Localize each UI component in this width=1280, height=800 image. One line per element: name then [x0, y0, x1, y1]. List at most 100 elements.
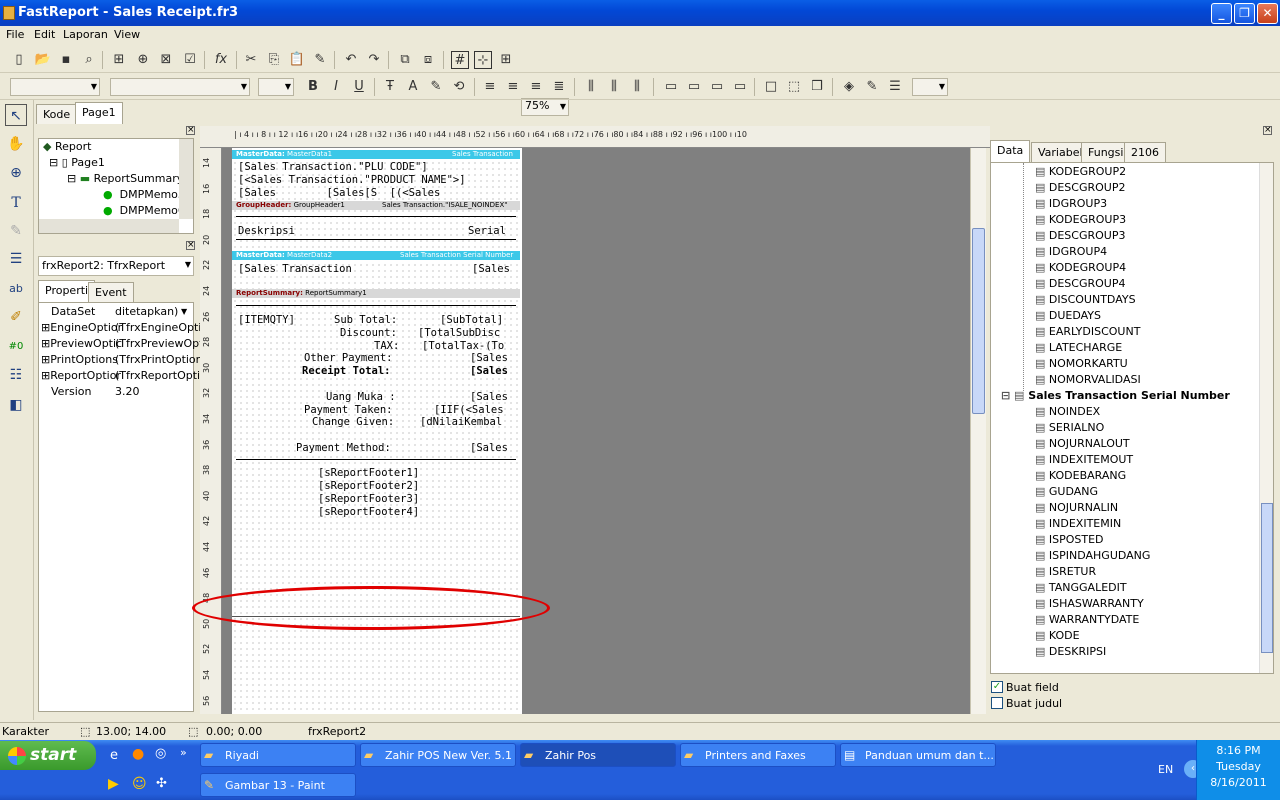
deskripsi-label[interactable]: Deskripsi [238, 225, 295, 237]
justify-icon[interactable]: ≣ [550, 78, 568, 96]
data-field-item[interactable]: ▤ DESCGROUP2 [1035, 181, 1125, 194]
open-icon[interactable]: 📂 [34, 51, 52, 69]
tax-label[interactable]: TAX: [374, 340, 399, 352]
tax-value[interactable]: [TotalTax-(To [422, 340, 504, 352]
band-masterdata2[interactable]: MasterData: MasterData2 Sales Transaction… [232, 251, 520, 260]
tool-icon[interactable]: ✣ [156, 776, 167, 791]
tab-page1[interactable]: Page1 [75, 102, 123, 124]
italic-icon[interactable]: I [327, 78, 345, 96]
undo-icon[interactable]: ↶ [342, 51, 360, 69]
font-style-icon[interactable]: Ŧ [381, 78, 399, 96]
footer4-field[interactable]: [sReportFooter4] [318, 506, 419, 518]
data-field-item[interactable]: ▤ DESKRIPSI [1035, 645, 1106, 658]
uang-muka-label[interactable]: Uang Muka : [326, 391, 396, 403]
band-reportsummary1[interactable]: ReportSummary: ReportSummary1 [232, 289, 520, 298]
language-indicator[interactable]: EN [1158, 763, 1173, 776]
page-settings-icon[interactable]: ☑ [181, 51, 199, 69]
frame-all-icon[interactable]: □ [762, 78, 780, 96]
tree-vscrollbar[interactable] [179, 139, 193, 219]
style-select[interactable]: ▼ [10, 78, 100, 96]
rotate-icon[interactable]: ⟲ [450, 78, 468, 96]
ungroup-icon[interactable]: ⧈ [419, 51, 437, 69]
product-name-field[interactable]: [<Sales Transaction."PRODUCT NAME">] [238, 174, 466, 186]
discount-label[interactable]: Discount: [340, 327, 397, 339]
tree-page1[interactable]: ⊟ ▯ Page1 [49, 156, 105, 169]
menu-view[interactable]: View [114, 28, 140, 41]
other-payment-label[interactable]: Other Payment: [304, 352, 393, 364]
data-field-item[interactable]: ▤ WARRANTYDATE [1035, 613, 1139, 626]
prop-value[interactable]: ditetapkan) [115, 305, 178, 318]
data-field-item[interactable]: ▤ KODEGROUP3 [1035, 213, 1126, 226]
bold-icon[interactable]: B [304, 78, 322, 96]
data-field-item[interactable]: ▤ NOJURNALIN [1035, 501, 1118, 514]
prop-value[interactable]: (TfrxPreviewOpt [115, 337, 203, 350]
object-selector[interactable]: frxReport2: TfrxReport ▼ [38, 256, 194, 276]
save-icon[interactable]: ▪ [57, 51, 75, 69]
font-color-icon[interactable]: A [404, 78, 422, 96]
task-zahir-pos-new[interactable]: Zahir POS New Ver. 5.1 [360, 743, 516, 767]
firefox-icon[interactable]: ● [132, 746, 144, 762]
quicklaunch-icon[interactable]: ◎ [155, 746, 166, 761]
frame-color-icon[interactable]: ✎ [863, 78, 881, 96]
minimize-button[interactable]: _ [1211, 3, 1232, 24]
canvas-vscrollbar[interactable] [970, 148, 986, 714]
align-right-icon[interactable]: ≡ [527, 78, 545, 96]
tab-data[interactable]: Data [990, 140, 1031, 162]
frame-right-icon[interactable]: ▭ [731, 78, 749, 96]
plu-code-field[interactable]: [Sales Transaction."PLU CODE"] [238, 161, 428, 173]
tab-event[interactable]: Event [88, 282, 134, 302]
fit-grid-icon[interactable]: ⊞ [497, 51, 515, 69]
receipt-total-value[interactable]: [Sales [470, 365, 508, 377]
band-masterdata1[interactable]: MasterData: MasterData1 Sales Transaction [232, 150, 520, 159]
paste-icon[interactable]: 📋 [288, 51, 306, 69]
itemqty-field[interactable]: [ITEMQTY] [238, 314, 295, 326]
data-field-item[interactable]: ▤ DESCGROUP4 [1035, 277, 1125, 290]
tab-kode[interactable]: Kode [36, 104, 78, 124]
data-field-item[interactable]: ▤ ISHASWARRANTY [1035, 597, 1144, 610]
shadow-icon[interactable]: ❒ [808, 78, 826, 96]
new-icon[interactable]: ▯ [10, 51, 28, 69]
discount-value[interactable]: [TotalSubDisc [418, 327, 500, 339]
close-data-panel-icon[interactable]: × [1263, 126, 1272, 135]
align-center-icon[interactable]: ≡ [504, 78, 522, 96]
insert-band-icon[interactable]: ☰ [5, 248, 27, 270]
valign-middle-icon[interactable]: ⫼ [605, 78, 623, 96]
dataset-node[interactable]: ⊟ ▤ Sales Transaction Serial Number [1001, 389, 1230, 402]
payment-taken-value[interactable]: [IIF(<Sales [434, 404, 504, 416]
tree-dmpmemo6[interactable]: ● DMPMemo6 [103, 204, 185, 217]
task-panduan[interactable]: Panduan umum dan t... [840, 743, 996, 767]
delete-page-icon[interactable]: ⊠ [157, 51, 175, 69]
show-grid-icon[interactable]: # [451, 51, 469, 69]
task-zahir-pos[interactable]: Zahir Pos [520, 743, 676, 767]
other-payment-value[interactable]: [Sales [470, 352, 508, 364]
data-field-item[interactable]: ▤ DISCOUNTDAYS [1035, 293, 1136, 306]
data-scroll-thumb[interactable] [1261, 503, 1273, 653]
data-field-item[interactable]: ▤ TANGGALEDIT [1035, 581, 1127, 594]
system-text-icon[interactable]: #0 [5, 336, 27, 358]
data-field-item[interactable]: ▤ KODE [1035, 629, 1080, 642]
menu-file[interactable]: File [6, 28, 24, 41]
data-field-item[interactable]: ▤ IDGROUP4 [1035, 245, 1107, 258]
data-field-item[interactable]: ▤ INDEXITEMIN [1035, 517, 1121, 530]
format-painter-icon[interactable]: ✎ [311, 51, 329, 69]
media-icon[interactable]: ▶ [108, 776, 119, 792]
quicklaunch-more-icon[interactable]: » [180, 746, 187, 759]
subreport-icon[interactable]: ☷ [5, 364, 27, 386]
zoom-select[interactable]: 75% ▼ [521, 98, 569, 116]
format-copy-icon[interactable]: ✎ [5, 220, 27, 242]
data-field-item[interactable]: ▤ IDGROUP3 [1035, 197, 1107, 210]
prop-value[interactable]: (TfrxPrintOption [115, 353, 203, 366]
highlight-icon[interactable]: ✎ [427, 78, 445, 96]
fill-color-icon[interactable]: ◈ [840, 78, 858, 96]
text-object-icon[interactable]: ab [5, 278, 27, 300]
group-icon[interactable]: ⧉ [396, 51, 414, 69]
task-riyadi[interactable]: Riyadi [200, 743, 356, 767]
cut-icon[interactable]: ✂ [242, 51, 260, 69]
frame-width-select[interactable]: ▼ [912, 78, 948, 96]
data-field-item[interactable]: ▤ NOINDEX [1035, 405, 1100, 418]
serial-label[interactable]: Serial [468, 225, 506, 237]
data-field-item[interactable]: ▤ DUEDAYS [1035, 309, 1101, 322]
data-field-item[interactable]: ▤ KODEGROUP2 [1035, 165, 1126, 178]
tab-2106[interactable]: 2106 [1124, 142, 1166, 162]
messenger-icon[interactable]: ☺ [132, 776, 147, 792]
